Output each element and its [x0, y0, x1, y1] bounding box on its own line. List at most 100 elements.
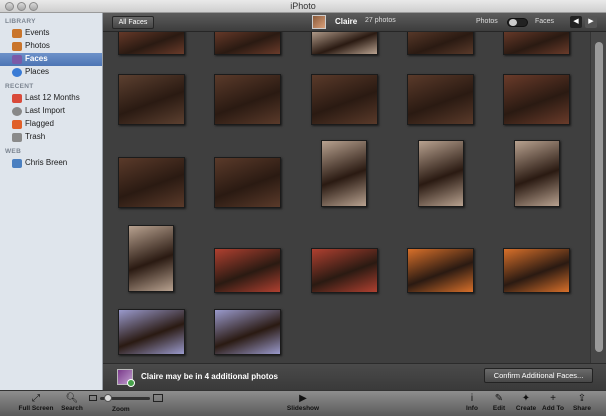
zoom-slider-knob[interactable] — [104, 394, 112, 402]
photo-thumbnail[interactable] — [214, 248, 281, 293]
sidebar-item-places[interactable]: Places — [0, 66, 102, 79]
additional-faces-message: Claire may be in 4 additional photos — [141, 372, 278, 381]
sidebar-item-faces[interactable]: Faces — [0, 53, 102, 66]
photo-thumbnail[interactable] — [128, 225, 174, 292]
button-label: Create — [515, 405, 537, 412]
sidebar-section-web: WEB — [5, 148, 22, 155]
photo-thumbnail[interactable] — [311, 32, 378, 55]
add-to-icon: + — [550, 393, 556, 404]
window-title: iPhoto — [290, 1, 316, 11]
photo-thumbnail[interactable] — [118, 157, 185, 208]
photo-thumbnail[interactable] — [214, 74, 281, 125]
photo-thumbnail[interactable] — [503, 248, 570, 293]
all-faces-button[interactable]: All Faces — [112, 16, 154, 29]
sidebar-item-trash[interactable]: Trash — [0, 131, 102, 144]
flag-icon — [12, 120, 22, 129]
photo-thumbnail[interactable] — [311, 248, 378, 293]
photo-thumbnail[interactable] — [118, 309, 185, 355]
photo-thumbnail[interactable] — [407, 32, 474, 55]
sidebar-item-label: Last Import — [25, 106, 66, 115]
add-badge-icon — [127, 379, 135, 387]
sidebar-item-chris-breen[interactable]: Chris Breen — [0, 157, 102, 170]
sidebar-item-label: Places — [25, 67, 50, 76]
face-name: Claire — [335, 17, 358, 26]
photo-thumbnail[interactable] — [321, 140, 367, 207]
photo-thumbnail[interactable] — [503, 74, 570, 125]
photo-thumbnail[interactable] — [214, 157, 281, 208]
photo-grid — [103, 32, 590, 363]
face-thumbnail — [312, 15, 326, 29]
create-button[interactable]: ✦ Create — [513, 392, 539, 412]
photo-thumbnail[interactable] — [407, 74, 474, 125]
search-icon: 🔍︎ — [65, 393, 79, 404]
button-label: Full Screen — [18, 405, 54, 412]
toggle-faces-label: Faces — [535, 18, 555, 25]
share-button[interactable]: ⇪ Share — [569, 392, 595, 412]
button-label: Edit — [492, 405, 506, 412]
button-label: Search — [61, 405, 83, 412]
create-icon: ✦ — [521, 393, 531, 404]
zoom-slider[interactable] — [100, 394, 150, 402]
sidebar: LIBRARY Events Photos Faces Places RECEN… — [0, 13, 103, 390]
faces-icon — [12, 55, 22, 64]
add-to-button[interactable]: + Add To — [540, 392, 566, 412]
trash-icon — [12, 133, 22, 142]
zoom-small-icon — [89, 395, 97, 401]
sidebar-item-label: Last 12 Months — [25, 93, 80, 102]
places-icon — [12, 68, 22, 77]
slideshow-button[interactable]: ▶ Slideshow — [285, 392, 321, 412]
bottom-toolbar: ⤢ Full Screen 🔍︎ Search Zoom ▶ Slideshow… — [0, 390, 606, 416]
photo-thumbnail[interactable] — [514, 140, 560, 207]
info-icon: i — [470, 393, 474, 404]
sidebar-item-label: Events — [25, 28, 50, 37]
next-face-button[interactable]: ▶ — [585, 16, 597, 28]
confirm-additional-faces-button[interactable]: Confirm Additional Faces... — [484, 368, 593, 383]
sidebar-item-events[interactable]: Events — [0, 27, 102, 40]
zoom-label: Zoom — [112, 406, 130, 413]
full-screen-button[interactable]: ⤢ Full Screen — [16, 392, 56, 412]
photo-count: 27 photos — [365, 17, 396, 24]
slideshow-icon: ▶ — [299, 393, 307, 404]
sidebar-section-library: LIBRARY — [5, 18, 36, 25]
photo-thumbnail[interactable] — [407, 248, 474, 293]
sidebar-item-label: Chris Breen — [25, 158, 68, 167]
photo-thumbnail[interactable] — [214, 309, 281, 355]
sidebar-item-last-import[interactable]: Last Import — [0, 105, 102, 118]
web-album-icon — [12, 159, 22, 168]
sidebar-item-label: Faces — [25, 54, 48, 63]
sidebar-item-last-12-months[interactable]: Last 12 Months — [0, 92, 102, 105]
calendar-icon — [12, 94, 22, 103]
sidebar-item-flagged[interactable]: Flagged — [0, 118, 102, 131]
photo-thumbnail[interactable] — [418, 140, 464, 207]
toggle-knob — [509, 19, 517, 26]
button-label: Info — [466, 405, 478, 412]
search-button[interactable]: 🔍︎ Search — [58, 392, 86, 412]
sidebar-item-label: Photos — [25, 41, 50, 50]
toggle-photos-label: Photos — [476, 18, 498, 25]
share-icon: ⇪ — [577, 393, 587, 404]
edit-button[interactable]: ✎ Edit — [489, 392, 509, 412]
photo-thumbnail[interactable] — [118, 32, 185, 55]
info-button[interactable]: i Info — [462, 392, 482, 412]
photo-thumbnail[interactable] — [311, 74, 378, 125]
clock-icon — [12, 107, 22, 116]
sidebar-item-label: Trash — [25, 132, 46, 141]
title-bar: iPhoto — [0, 0, 606, 13]
additional-faces-bar: Claire may be in 4 additional photos Con… — [103, 363, 606, 390]
photos-faces-toggle[interactable] — [507, 18, 528, 27]
photo-thumbnail[interactable] — [118, 74, 185, 125]
button-label: Share — [572, 405, 592, 412]
vertical-scrollbar[interactable] — [590, 32, 606, 363]
faces-header-bar: All Faces Claire 27 photos Photos Faces … — [103, 13, 606, 32]
sidebar-item-label: Flagged — [25, 119, 54, 128]
edit-icon: ✎ — [494, 393, 504, 404]
photos-icon — [12, 42, 22, 51]
zoom-large-icon — [153, 394, 163, 402]
photo-thumbnail[interactable] — [503, 32, 570, 55]
scrollbar-thumb[interactable] — [595, 42, 603, 352]
sidebar-section-recent: RECENT — [5, 83, 34, 90]
button-label: Slideshow — [286, 405, 320, 412]
photo-thumbnail[interactable] — [214, 32, 281, 55]
sidebar-item-photos[interactable]: Photos — [0, 40, 102, 53]
previous-face-button[interactable]: ◀ — [570, 16, 582, 28]
